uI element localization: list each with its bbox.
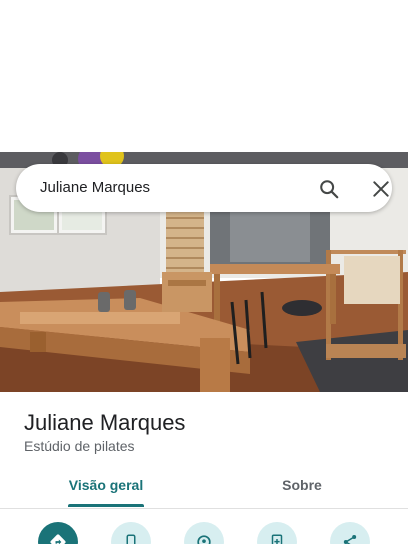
search-query[interactable]: Juliane Marques (40, 178, 150, 198)
directions-icon (48, 532, 68, 544)
place-title: Juliane Marques (24, 410, 186, 435)
close-icon[interactable] (368, 176, 394, 202)
search-bar[interactable]: Juliane Marques (16, 164, 392, 212)
share-button[interactable] (330, 522, 370, 544)
save-location-button[interactable] (184, 522, 224, 544)
place-tabs: Visão geral Sobre (0, 466, 408, 508)
map-area (0, 0, 408, 152)
call-button[interactable] (111, 522, 151, 544)
search-icon[interactable] (316, 176, 342, 202)
tabs-divider (0, 508, 408, 509)
add-document-button[interactable] (257, 522, 297, 544)
phone-icon (122, 532, 140, 544)
add-document-icon (268, 532, 286, 544)
share-icon (340, 532, 360, 544)
save-location-icon (194, 532, 214, 544)
tab-selected-indicator (68, 504, 144, 507)
place-category[interactable]: Estúdio de pilates (24, 437, 135, 455)
tab-overview[interactable]: Visão geral (44, 466, 168, 508)
tab-about[interactable]: Sobre (250, 466, 354, 508)
directions-button[interactable] (38, 522, 78, 544)
